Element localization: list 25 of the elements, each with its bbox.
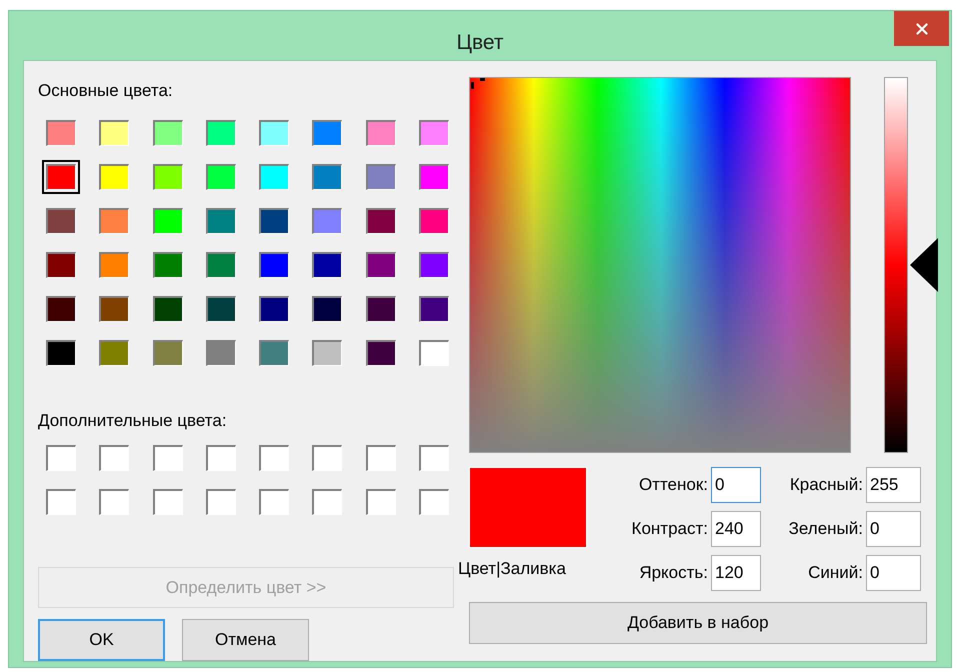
slider-arrow-icon[interactable] (910, 238, 938, 292)
luminance-bar[interactable] (885, 78, 907, 452)
color-swatch[interactable] (42, 160, 80, 194)
field-label: Красный: (790, 474, 863, 496)
number-field[interactable]: 240 (711, 511, 761, 547)
field-label: Зеленый: (788, 518, 863, 540)
number-field[interactable]: 0 (866, 555, 921, 591)
section-label: Дополнительные цвета: (38, 410, 228, 432)
close-button[interactable] (894, 11, 949, 46)
color-spectrum[interactable] (469, 77, 851, 453)
ok-button[interactable]: OK (38, 619, 165, 661)
field-label: Контраст: (632, 518, 708, 540)
number-field[interactable]: 255 (866, 467, 921, 503)
preview-label: Цвет|Заливка (458, 558, 566, 580)
section-label: Основные цвета: (38, 80, 174, 102)
number-field[interactable]: 120 (711, 555, 761, 591)
add-to-custom-button[interactable]: Добавить в набор (469, 602, 927, 644)
number-field[interactable]: 0 (866, 511, 921, 547)
crosshair-icon (471, 78, 485, 92)
number-field[interactable]: 0 (711, 467, 761, 503)
window-title: Цвет (456, 30, 504, 56)
field-label: Оттенок: (638, 474, 708, 496)
cancel-button[interactable]: Отмена (182, 619, 309, 661)
field-label: Синий: (808, 562, 863, 584)
field-label: Яркость: (639, 562, 708, 584)
